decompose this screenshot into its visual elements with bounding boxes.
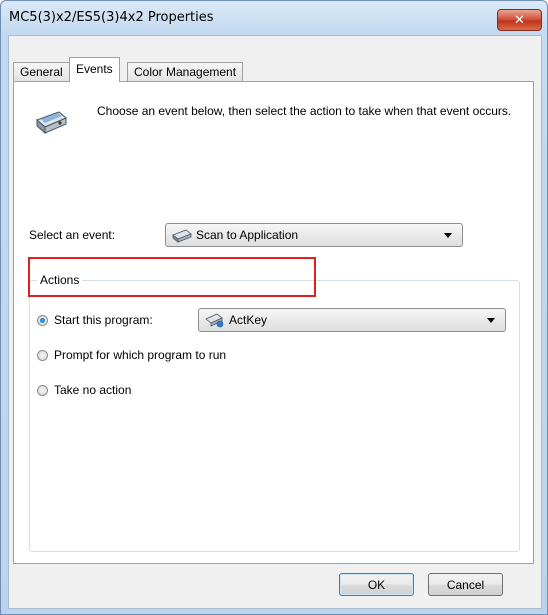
event-selected-value: Scan to Application (196, 228, 299, 242)
select-event-label: Select an event: (29, 228, 116, 242)
close-icon: ✕ (514, 12, 525, 28)
event-dropdown[interactable]: Scan to Application (165, 223, 463, 247)
scanner-icon (36, 111, 67, 135)
intro-description: Choose an event below, then select the a… (97, 104, 512, 118)
close-button[interactable]: ✕ (497, 9, 542, 31)
start-program-option[interactable]: Start this program: (37, 313, 153, 327)
chevron-down-icon (444, 232, 452, 238)
radio-no-action[interactable] (37, 384, 48, 396)
prompt-program-option[interactable]: Prompt for which program to run (37, 348, 226, 362)
title-bar[interactable]: MC5(3)x2/ES5(3)4x2 Properties ✕ (1, 1, 547, 35)
radio-prompt-program[interactable] (37, 349, 48, 361)
events-tab-panel: Choose an event below, then select the a… (13, 81, 534, 564)
tab-general[interactable]: General (13, 62, 70, 81)
tab-color-management[interactable]: Color Management (127, 62, 244, 81)
cancel-button[interactable]: Cancel (428, 573, 503, 596)
window-title: MC5(3)x2/ES5(3)4x2 Properties (9, 10, 214, 25)
properties-window: MC5(3)x2/ES5(3)4x2 Properties ✕ General … (0, 0, 548, 615)
program-selected-value: ActKey (229, 313, 268, 327)
dialog-client-area: General Events Color Management Choose a… (8, 35, 542, 609)
tab-events[interactable]: Events (69, 57, 120, 82)
start-program-label: Start this program: (54, 313, 153, 327)
no-action-label: Take no action (54, 383, 132, 397)
no-action-option[interactable]: Take no action (37, 383, 131, 397)
chevron-down-icon (487, 317, 495, 323)
radio-start-program[interactable] (37, 314, 48, 326)
prompt-program-label: Prompt for which program to run (54, 348, 227, 362)
ok-button[interactable]: OK (339, 573, 414, 596)
actions-group-title: Actions (37, 273, 83, 287)
program-icon (205, 313, 224, 328)
program-dropdown[interactable]: ActKey (198, 308, 506, 332)
scanner-icon (172, 229, 192, 243)
